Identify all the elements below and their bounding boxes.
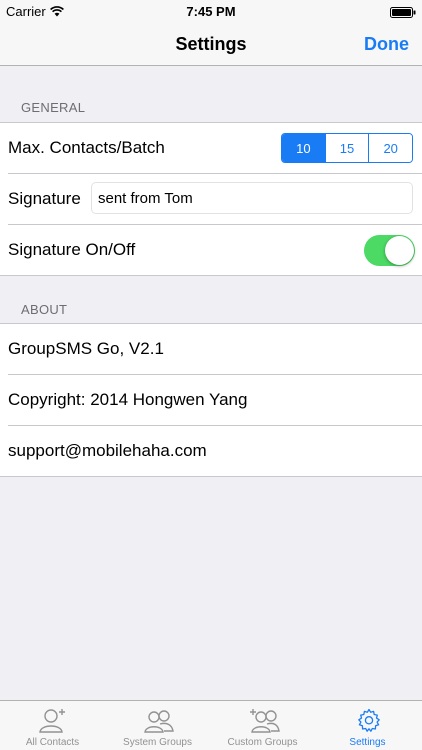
signature-label: Signature [8, 189, 81, 208]
signature-input[interactable] [91, 182, 413, 214]
status-bar: Carrier 7:45 PM [0, 0, 422, 22]
tab-settings[interactable]: Settings [315, 701, 420, 750]
tab-label: Custom Groups [227, 737, 298, 748]
add-contact-icon [38, 707, 68, 740]
about-group: GroupSMS Go, V2.1 Copyright: 2014 Hongwe… [0, 323, 422, 477]
battery-icon [390, 6, 416, 21]
max-contacts-row: Max. Contacts/Batch 10 15 20 [0, 123, 422, 174]
signature-toggle-row: Signature On/Off [0, 225, 422, 276]
group-icon [143, 707, 175, 740]
signature-row: Signature [0, 174, 422, 225]
about-version-row: GroupSMS Go, V2.1 [0, 324, 422, 375]
support-email-link[interactable]: support@mobilehaha.com [8, 441, 207, 461]
done-button[interactable]: Done [364, 34, 409, 55]
toggle-knob [385, 236, 414, 265]
general-group: Max. Contacts/Batch 10 15 20 Signature S… [0, 122, 422, 276]
tab-custom-groups[interactable]: Custom Groups [210, 701, 315, 750]
max-contacts-label: Max. Contacts/Batch [8, 138, 165, 157]
tab-system-groups[interactable]: System Groups [105, 701, 210, 750]
copyright-text: Copyright: 2014 Hongwen Yang [8, 390, 248, 409]
segment-20[interactable]: 20 [369, 134, 412, 162]
about-copyright-row: Copyright: 2014 Hongwen Yang [0, 375, 422, 426]
about-section-header: ABOUT [21, 302, 68, 317]
tab-label: System Groups [123, 737, 192, 748]
tab-bar: All Contacts System Groups Custom Groups [0, 700, 422, 750]
max-contacts-segmented-control[interactable]: 10 15 20 [281, 133, 413, 163]
tab-label: Settings [349, 737, 386, 748]
about-support-row[interactable]: support@mobilehaha.com [0, 426, 422, 477]
tab-label: All Contacts [25, 737, 80, 748]
gear-icon [357, 707, 381, 738]
app-version-text: GroupSMS Go, V2.1 [8, 339, 164, 358]
segment-15[interactable]: 15 [325, 134, 370, 162]
status-time: 7:45 PM [186, 4, 236, 19]
segment-10[interactable]: 10 [282, 134, 326, 162]
page-title: Settings [175, 34, 247, 54]
general-section-header: GENERAL [21, 100, 86, 115]
add-group-icon [248, 707, 280, 740]
signature-toggle-switch[interactable] [364, 235, 415, 266]
signature-toggle-label: Signature On/Off [8, 240, 136, 259]
navigation-bar: Settings Done [0, 22, 422, 66]
tab-all-contacts[interactable]: All Contacts [0, 701, 105, 750]
